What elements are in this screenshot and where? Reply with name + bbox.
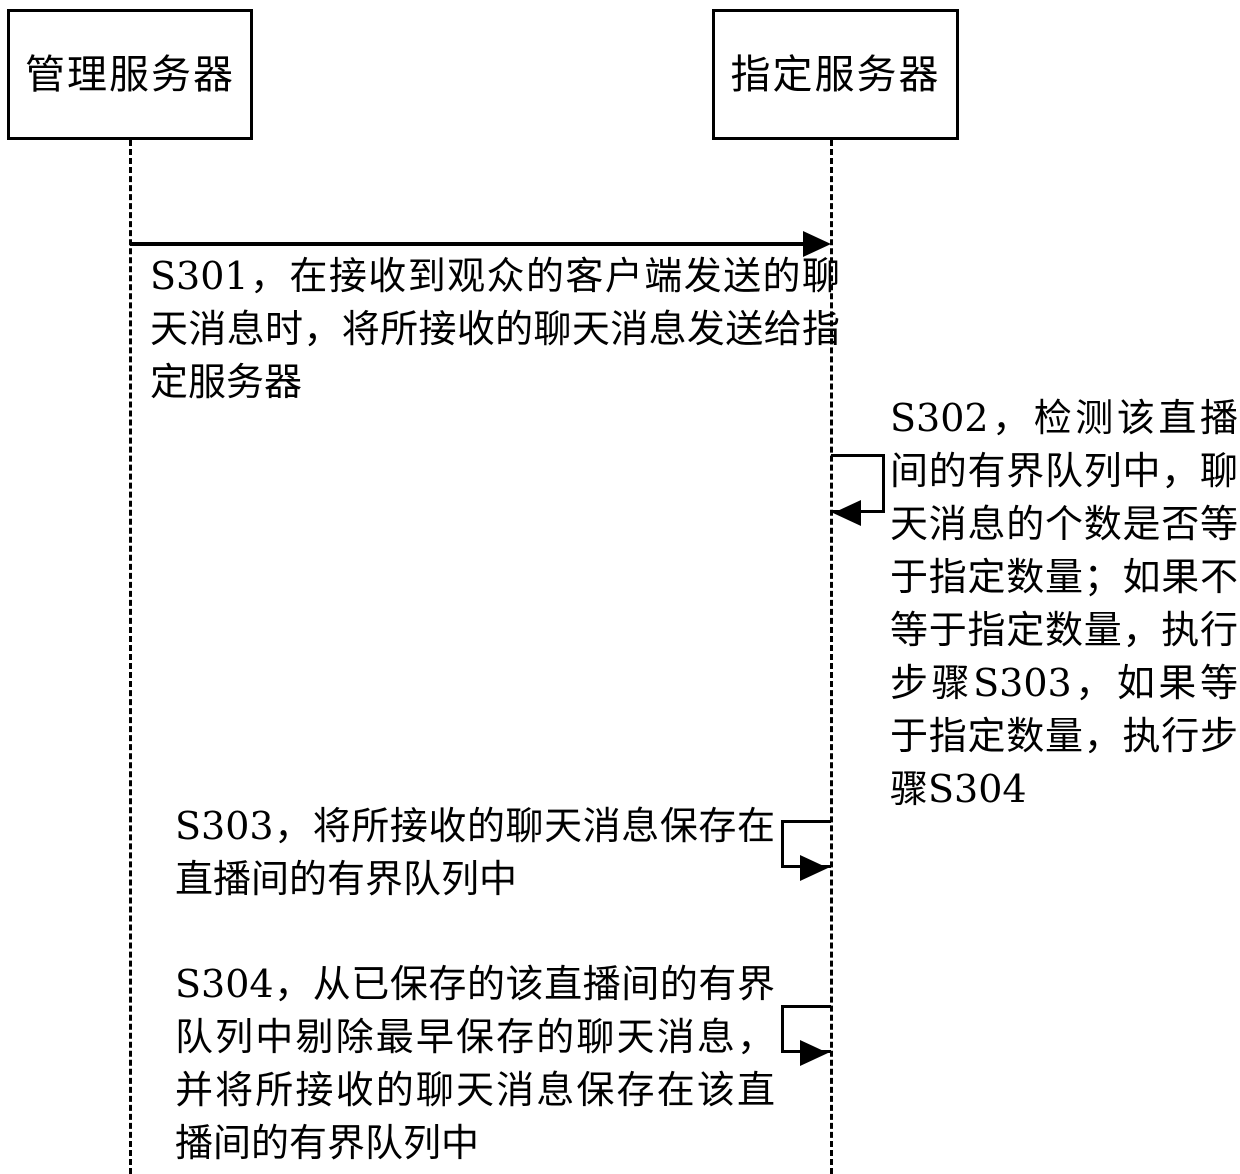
step-text-s304: S304，从已保存的该直播间的有界队列中剔除最早保存的聊天消息，并将所接收的聊天… bbox=[175, 962, 775, 1165]
step-text-s302: S302，检测该直播间的有界队列中，聊天消息的个数是否等于指定数量；如果不等于指… bbox=[890, 396, 1238, 811]
message-arrow-s301 bbox=[130, 242, 806, 246]
sequence-diagram-canvas: 管理服务器 指定服务器 S301，在接收到观众的客户端发送的聊天消息时，将所接收… bbox=[0, 0, 1240, 1174]
lifeline-management-server bbox=[129, 140, 132, 1174]
arrow-head-right-icon-s303 bbox=[800, 855, 828, 881]
participant-label-designated-server: 指定服务器 bbox=[730, 51, 941, 98]
participant-box-management-server: 管理服务器 bbox=[7, 9, 253, 140]
arrow-head-right-icon-s304 bbox=[800, 1040, 828, 1066]
step-text-s301: S301，在接收到观众的客户端发送的聊天消息时，将所接收的聊天消息发送给指定服务… bbox=[150, 254, 840, 404]
arrow-head-left-icon-s302 bbox=[833, 500, 861, 526]
participant-label-management-server: 管理服务器 bbox=[25, 51, 235, 98]
step-text-s303: S303，将所接收的聊天消息保存在直播间的有界队列中 bbox=[175, 804, 775, 901]
participant-box-designated-server: 指定服务器 bbox=[712, 9, 959, 140]
